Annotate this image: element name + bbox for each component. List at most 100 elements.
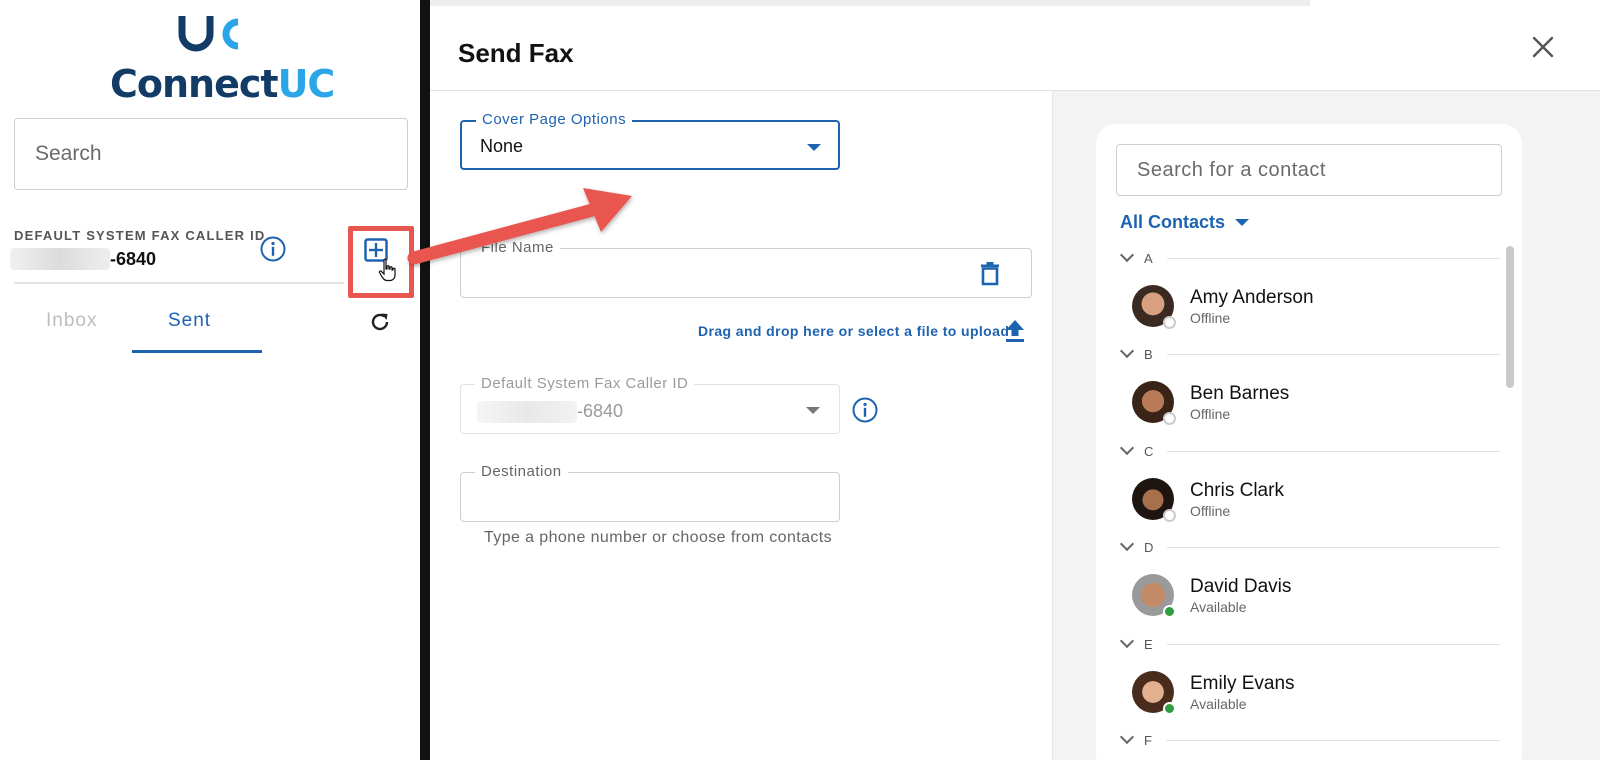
- status-dot: [1163, 412, 1176, 425]
- cover-page-select[interactable]: Cover Page Options None: [460, 111, 840, 170]
- contact-group-f: F: [1119, 729, 1500, 750]
- contact-group-b: B Ben Barnes Offline: [1119, 343, 1500, 440]
- group-divider: [1165, 739, 1500, 741]
- folder-tabs: Inbox Sent: [14, 310, 394, 360]
- group-letter: D: [1144, 539, 1154, 555]
- group-header[interactable]: C: [1119, 440, 1500, 461]
- connectuc-logo: ConnectUC: [110, 12, 335, 106]
- group-divider: [1166, 643, 1500, 645]
- redacted-number: [477, 401, 577, 423]
- group-divider: [1166, 257, 1500, 259]
- group-letter: F: [1144, 732, 1152, 748]
- close-icon[interactable]: [1528, 32, 1558, 62]
- fax-form: Cover Page Options None File Name Drag a…: [430, 91, 1075, 760]
- group-header[interactable]: E: [1119, 633, 1500, 654]
- contacts-scrollbar[interactable]: [1506, 246, 1514, 388]
- dropdown-caret-icon: [1235, 219, 1250, 226]
- status-dot: [1163, 509, 1176, 522]
- group-letter: B: [1144, 346, 1153, 362]
- contact-text: Chris Clark Offline: [1190, 480, 1284, 519]
- chevron-down-icon: [1119, 729, 1135, 745]
- group-letter: A: [1144, 250, 1153, 266]
- contact-search-input[interactable]: Search for a contact: [1116, 144, 1502, 196]
- contact-group-e: E Emily Evans Available: [1119, 633, 1500, 730]
- sidebar-search-placeholder: Search: [35, 142, 102, 165]
- group-divider: [1167, 450, 1500, 452]
- contact-status: Offline: [1190, 502, 1231, 519]
- contact-status: Offline: [1190, 405, 1231, 422]
- contact-group-a: A Amy Anderson Offline: [1119, 247, 1500, 344]
- contact-name: David Davis: [1190, 575, 1292, 597]
- send-fax-dialog: Send Fax Cover Page Options None File Na…: [430, 0, 1600, 760]
- contact-text: David Davis Available: [1190, 576, 1291, 615]
- contact-text: Amy Anderson Offline: [1190, 287, 1314, 326]
- contact-item[interactable]: Emily Evans Available: [1120, 654, 1500, 730]
- uc-monogram-icon: [178, 16, 239, 52]
- group-divider: [1166, 353, 1500, 355]
- chevron-down-icon: [1119, 536, 1135, 552]
- dropdown-caret-icon: [806, 407, 820, 414]
- upload-instructions[interactable]: Drag and drop here or select a file to u…: [698, 323, 1009, 339]
- contact-item[interactable]: Ben Barnes Offline: [1120, 364, 1500, 440]
- avatar: [1132, 478, 1176, 522]
- cover-page-value: None: [480, 136, 524, 156]
- destination-label: Destination: [475, 463, 568, 480]
- avatar: [1132, 285, 1176, 329]
- group-header[interactable]: D: [1119, 536, 1500, 557]
- logo-main: Connect: [110, 62, 279, 106]
- info-icon[interactable]: [852, 397, 878, 423]
- dropdown-caret-icon: [807, 144, 821, 151]
- sidebar-divider: [14, 282, 344, 284]
- fax-app: ConnectUC Search DEFAULT SYSTEM FAX CALL…: [0, 0, 1600, 760]
- contact-name: Amy Anderson: [1190, 286, 1314, 308]
- hand-pointer-icon: [378, 258, 396, 282]
- refresh-icon[interactable]: [368, 310, 392, 334]
- caller-id-select-label: Default System Fax Caller ID: [475, 375, 695, 392]
- avatar: [1132, 671, 1176, 715]
- chevron-down-icon: [1119, 633, 1135, 649]
- contacts-filter-label: All Contacts: [1120, 212, 1226, 232]
- tab-inbox[interactable]: Inbox: [46, 310, 97, 332]
- logo-accent: UC: [277, 62, 336, 106]
- contact-search-placeholder: Search for a contact: [1137, 158, 1326, 181]
- info-icon[interactable]: [260, 236, 286, 262]
- caller-id-select[interactable]: Default System Fax Caller ID -6840: [460, 375, 840, 434]
- destination-input[interactable]: Destination: [460, 463, 840, 522]
- chevron-down-icon: [1119, 440, 1135, 456]
- status-dot: [1163, 702, 1176, 715]
- panel-separator: [420, 0, 430, 760]
- contacts-filter-dropdown[interactable]: All Contacts: [1120, 212, 1250, 233]
- avatar: [1132, 574, 1176, 618]
- contact-item[interactable]: David Davis Available: [1120, 557, 1500, 633]
- contact-text: Ben Barnes Offline: [1190, 383, 1289, 422]
- upload-icon[interactable]: [1004, 319, 1026, 343]
- top-strip: [430, 0, 1310, 6]
- contact-item[interactable]: Amy Anderson Offline: [1120, 268, 1500, 344]
- tab-sent[interactable]: Sent: [168, 310, 211, 332]
- group-header[interactable]: A: [1119, 247, 1500, 268]
- file-name-label: File Name: [475, 239, 560, 256]
- file-name-field[interactable]: File Name: [460, 239, 1032, 298]
- caller-id-suffix: -6840: [110, 248, 157, 269]
- chevron-down-icon: [1119, 247, 1135, 263]
- contact-item[interactable]: Chris Clark Offline: [1120, 461, 1500, 537]
- caller-id-value: -6840: [10, 248, 156, 270]
- group-header[interactable]: B: [1119, 343, 1500, 364]
- caller-id-select-suffix: -6840: [577, 401, 624, 421]
- contact-name: Emily Evans: [1190, 672, 1295, 694]
- trash-icon[interactable]: [979, 262, 1001, 286]
- contact-status: Available: [1190, 695, 1247, 712]
- contact-text: Emily Evans Available: [1190, 673, 1295, 712]
- contact-group-c: C Chris Clark Offline: [1119, 440, 1500, 537]
- contacts-card: Search for a contact All Contacts A Amy …: [1096, 124, 1522, 760]
- group-letter: C: [1144, 443, 1154, 459]
- caller-id-label: DEFAULT SYSTEM FAX CALLER ID: [14, 228, 266, 243]
- group-header[interactable]: F: [1119, 729, 1500, 750]
- sidebar-search-input[interactable]: Search: [14, 118, 408, 190]
- dialog-title: Send Fax: [458, 38, 574, 68]
- group-divider: [1167, 546, 1500, 548]
- contact-name: Ben Barnes: [1190, 382, 1290, 404]
- cover-page-label: Cover Page Options: [476, 111, 633, 128]
- status-dot: [1163, 316, 1176, 329]
- contact-name: Chris Clark: [1190, 479, 1284, 501]
